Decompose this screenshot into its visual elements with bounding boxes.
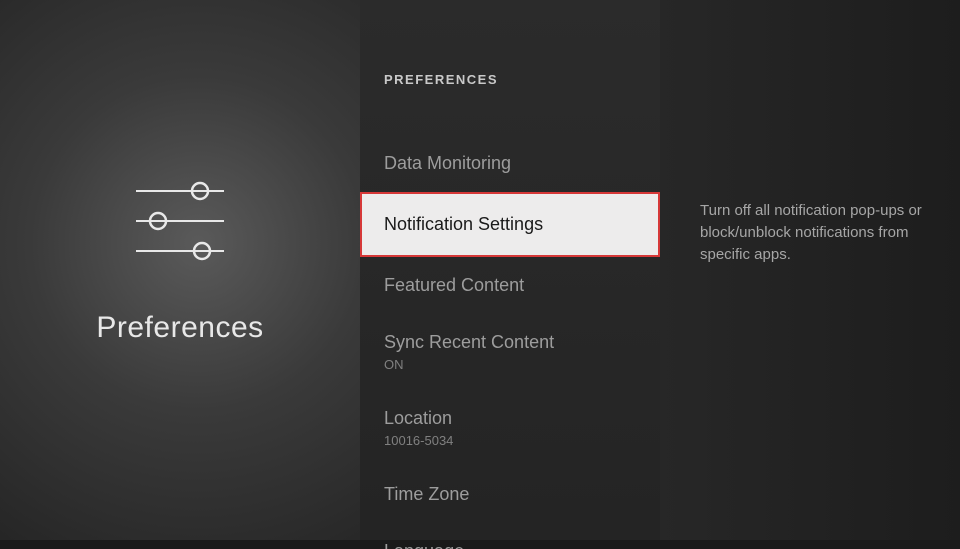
menu-item-label: Language [384,541,636,549]
menu-item-featured-content[interactable]: Featured Content [360,257,660,314]
left-panel: Preferences [0,0,360,540]
item-description: Turn off all notification pop-ups or blo… [700,200,930,265]
panel-title: Preferences [96,311,263,345]
menu-item-label: Time Zone [384,484,636,505]
menu-item-data-monitoring[interactable]: Data Monitoring [360,135,660,192]
menu-item-sublabel: ON [384,357,636,372]
menu-panel: PREFERENCES Data Monitoring Notification… [360,0,660,540]
menu-item-time-zone[interactable]: Time Zone [360,466,660,523]
menu-item-label: Featured Content [384,275,636,296]
menu-item-language[interactable]: Language [360,523,660,549]
menu-item-sync-recent-content[interactable]: Sync Recent Content ON [360,314,660,390]
menu-item-label: Data Monitoring [384,153,636,174]
section-header: PREFERENCES [360,72,660,87]
menu-item-label: Location [384,408,636,429]
menu-item-location[interactable]: Location 10016-5034 [360,390,660,466]
menu-item-label: Notification Settings [384,214,636,235]
menu-item-label: Sync Recent Content [384,332,636,353]
menu-item-sublabel: 10016-5034 [384,433,636,448]
description-panel: Turn off all notification pop-ups or blo… [660,0,960,540]
sliders-icon [130,176,230,271]
menu-item-notification-settings[interactable]: Notification Settings [360,192,660,257]
